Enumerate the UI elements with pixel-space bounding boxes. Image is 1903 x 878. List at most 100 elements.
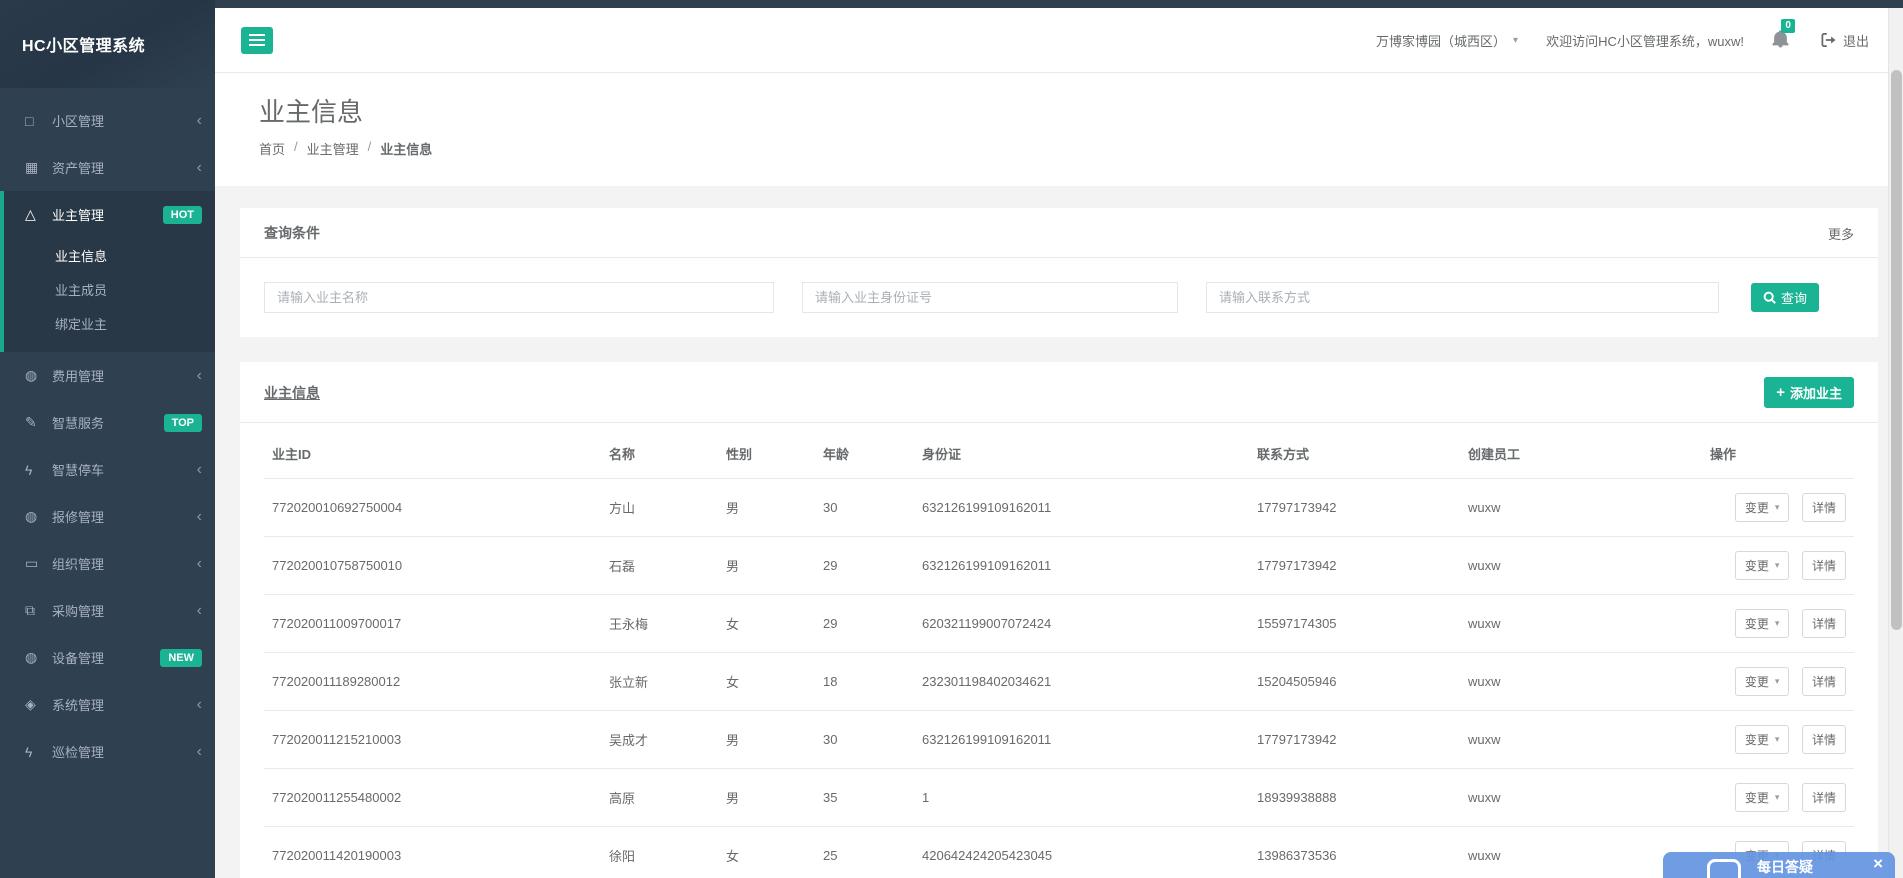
cell-gender: 女 [718, 827, 815, 878]
sidebar-item-label: 智慧停车 [52, 460, 197, 479]
close-icon[interactable]: × [1873, 854, 1883, 874]
detail-label: 详情 [1812, 789, 1836, 806]
breadcrumb-home[interactable]: 首页 [259, 139, 285, 158]
globe-icon: ◍ [25, 508, 52, 525]
detail-button[interactable]: 详情 [1802, 725, 1846, 754]
sidebar-item-owner-mgmt[interactable]: △ 业主管理 HOT [4, 191, 215, 238]
sidebar-item-label: 巡检管理 [52, 742, 197, 761]
cell-phone: 17797173942 [1249, 711, 1460, 769]
cell-owner-id: 772020011420190003 [264, 827, 601, 878]
cell-creator: wuxw [1460, 537, 1702, 595]
app-title: HC小区管理系统 [22, 32, 145, 56]
sidebar-item-org-mgmt[interactable]: ▭ 组织管理 ‹ [0, 540, 215, 587]
cell-creator: wuxw [1460, 769, 1702, 827]
sidebar-item-repair-mgmt[interactable]: ◍ 报修管理 ‹ [0, 493, 215, 540]
col-header-age: 年龄 [815, 429, 914, 479]
sidebar-nav: □ 小区管理 ‹ ▦ 资产管理 ‹ △ 业主管理 HOT 业主信息 业主成员 绑… [0, 88, 215, 775]
cell-phone: 17797173942 [1249, 537, 1460, 595]
detail-button[interactable]: 详情 [1802, 493, 1846, 522]
breadcrumb-section[interactable]: 业主管理 [307, 139, 359, 158]
logout-button[interactable]: 退出 [1821, 31, 1869, 50]
detail-label: 详情 [1812, 499, 1836, 516]
sidebar-item-inspection-mgmt[interactable]: ϟ 巡检管理 ‹ [0, 728, 215, 775]
change-label: 变更 [1745, 499, 1769, 516]
owner-idcard-input[interactable] [802, 282, 1178, 313]
sidebar-item-smart-service[interactable]: ✎ 智慧服务 TOP [0, 399, 215, 446]
detail-button[interactable]: 详情 [1802, 667, 1846, 696]
sidebar-item-system-mgmt[interactable]: ◈ 系统管理 ‹ [0, 681, 215, 728]
bolt-icon: ϟ [25, 462, 52, 478]
cell-name: 吴成才 [601, 711, 718, 769]
cell-name: 王永梅 [601, 595, 718, 653]
chat-widget[interactable]: 每日答疑 × [1663, 852, 1895, 878]
change-label: 变更 [1745, 615, 1769, 632]
notification-count-badge: 0 [1781, 19, 1795, 33]
more-link[interactable]: 更多 [1828, 224, 1854, 243]
cell-idcard: 232301198402034621 [914, 653, 1249, 711]
subitem-label: 业主信息 [55, 246, 107, 265]
change-button[interactable]: 变更▾ [1735, 783, 1790, 812]
col-header-creator: 创建员工 [1460, 429, 1702, 479]
sidebar-item-label: 小区管理 [52, 111, 197, 130]
sidebar-subitem-owner-info[interactable]: 业主信息 [4, 238, 215, 272]
sidebar-item-device-mgmt[interactable]: ◍ 设备管理 NEW [0, 634, 215, 681]
table-row: 772020011215210003 吴成才 男 30 632126199109… [264, 711, 1854, 769]
add-owner-button[interactable]: + 添加业主 [1764, 377, 1854, 408]
cell-creator: wuxw [1460, 479, 1702, 537]
detail-button[interactable]: 详情 [1802, 783, 1846, 812]
cell-gender: 女 [718, 653, 815, 711]
sidebar-item-smart-parking[interactable]: ϟ 智慧停车 ‹ [0, 446, 215, 493]
cell-age: 25 [815, 827, 914, 878]
col-header-idcard: 身份证 [914, 429, 1249, 479]
cell-age: 18 [815, 653, 914, 711]
sidebar-item-asset-mgmt[interactable]: ▦ 资产管理 ‹ [0, 144, 215, 191]
col-header-owner-id: 业主ID [264, 429, 601, 479]
query-panel-title: 查询条件 [264, 223, 320, 243]
owner-name-input[interactable] [264, 282, 774, 313]
sidebar-subitem-owner-members[interactable]: 业主成员 [4, 272, 215, 306]
cell-gender: 女 [718, 595, 815, 653]
change-button[interactable]: 变更▾ [1735, 667, 1790, 696]
chevron-left-icon: ‹ [197, 744, 202, 760]
owner-phone-input[interactable] [1206, 282, 1719, 313]
table-row: 772020011255480002 高原 男 35 1 18939938888… [264, 769, 1854, 827]
chevron-left-icon: ‹ [197, 556, 202, 572]
change-button[interactable]: 变更▾ [1735, 609, 1790, 638]
chevron-down-icon: ▾ [1775, 792, 1780, 803]
sidebar-item-label: 智慧服务 [52, 413, 164, 432]
community-dropdown[interactable]: 万博家博园（城西区） ▾ [1376, 31, 1518, 50]
cell-idcard: 420642424205423045 [914, 827, 1249, 878]
scrollbar-thumb[interactable] [1891, 70, 1902, 630]
owners-panel-header: 业主信息 + 添加业主 [240, 362, 1878, 423]
cell-phone: 17797173942 [1249, 479, 1460, 537]
query-panel-header: 查询条件 更多 [240, 208, 1878, 258]
monitor-icon: ▭ [25, 555, 52, 572]
change-button[interactable]: 变更▾ [1735, 551, 1790, 580]
subitem-label: 绑定业主 [55, 314, 107, 333]
detail-label: 详情 [1812, 615, 1836, 632]
search-button[interactable]: 查询 [1751, 283, 1819, 312]
sidebar-item-fee-mgmt[interactable]: ◍ 费用管理 ‹ [0, 352, 215, 399]
table-row: 772020010692750004 方山 男 30 6321261991091… [264, 479, 1854, 537]
globe-icon: ◍ [25, 367, 52, 384]
hamburger-icon[interactable] [241, 27, 273, 54]
chevron-down-icon: ▾ [1775, 502, 1780, 513]
owners-panel: 业主信息 + 添加业主 业主ID 名称 性别 年龄 身份证 联 [240, 362, 1878, 878]
change-button[interactable]: 变更 ▾ [1735, 493, 1790, 522]
col-header-name: 名称 [601, 429, 718, 479]
sidebar-subitem-bind-owner[interactable]: 绑定业主 [4, 306, 215, 340]
edit-icon: ✎ [25, 414, 52, 431]
cell-idcard: 620321199007072424 [914, 595, 1249, 653]
cell-idcard: 1 [914, 769, 1249, 827]
top-badge: TOP [164, 414, 202, 432]
page-heading: 业主信息 首页 / 业主管理 / 业主信息 [215, 73, 1903, 186]
breadcrumb-separator: / [294, 139, 298, 158]
sidebar-item-purchase-mgmt[interactable]: ⧉ 采购管理 ‹ [0, 587, 215, 634]
col-header-gender: 性别 [718, 429, 815, 479]
detail-button[interactable]: 详情 [1802, 551, 1846, 580]
change-button[interactable]: 变更▾ [1735, 725, 1790, 754]
notifications-button[interactable]: 0 [1772, 30, 1789, 51]
sidebar-item-community-mgmt[interactable]: □ 小区管理 ‹ [0, 97, 215, 144]
cell-idcard: 632126199109162011 [914, 537, 1249, 595]
detail-button[interactable]: 详情 [1802, 609, 1846, 638]
